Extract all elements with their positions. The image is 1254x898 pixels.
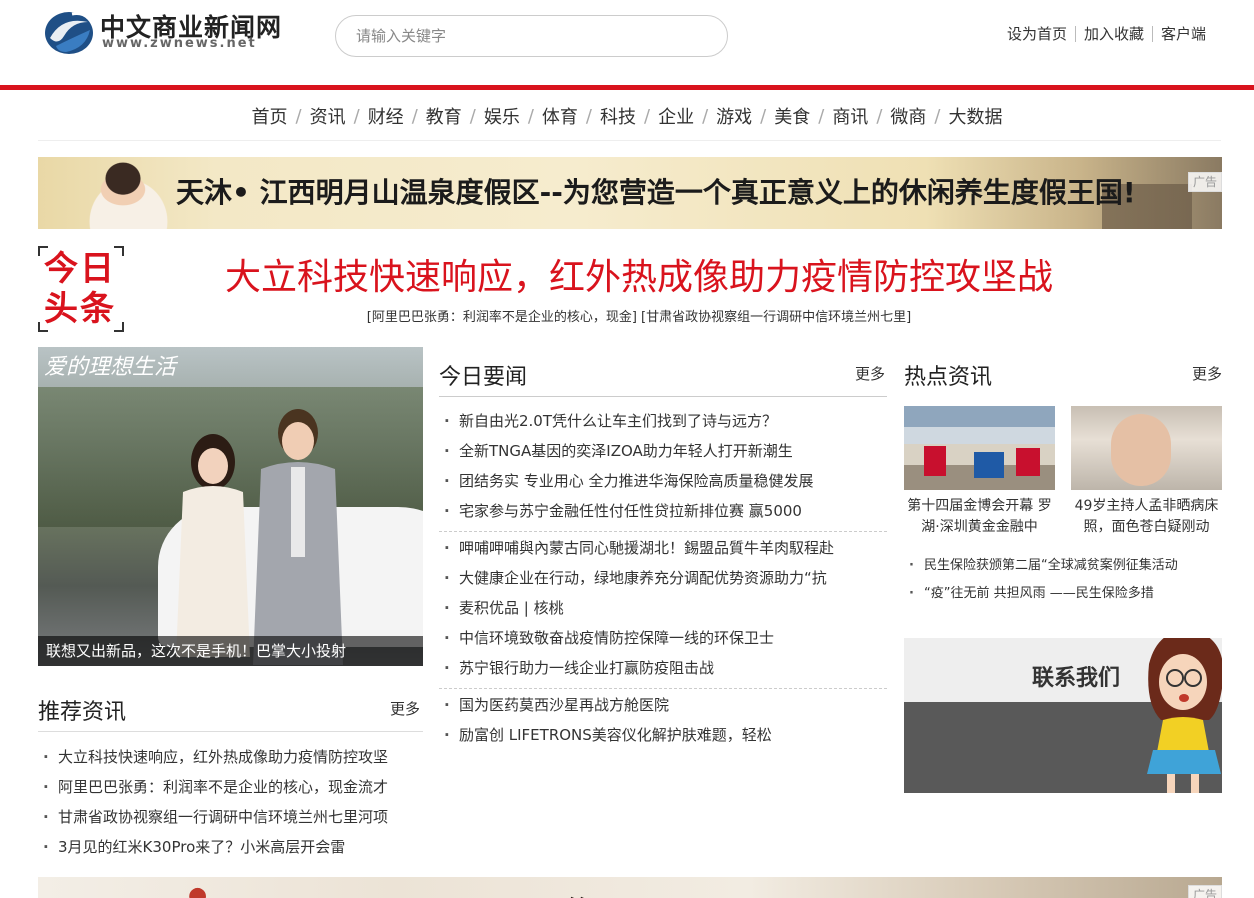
recommend-title: 推荐资讯 — [38, 700, 127, 725]
list-item[interactable]: 民生保险获颁第二届“全球减贫案例征集活动 — [904, 552, 1222, 580]
feature-photo-caption[interactable]: 联想又出新品，这次不是手机！巴掌大小投射 — [38, 636, 423, 666]
feature-photo[interactable]: 爱的理想生活 联想又出新品，这次不是手机！巴掌大小投射 — [38, 347, 423, 666]
nav-item-games[interactable]: 游戏 — [716, 103, 752, 129]
list-item[interactable]: 中信环境致敬奋战疫情防控保障一线的环保卫士 — [439, 623, 887, 653]
ad-tag: 广告 — [1188, 172, 1222, 192]
list-item[interactable]: 宅家参与苏宁金融任性付任性贷拉新排位赛 赢5000 — [439, 496, 887, 526]
today-headline-badge: 今日 头条 — [38, 246, 124, 332]
today-news-more-link[interactable]: 更多 — [855, 363, 885, 384]
top-links: 设为首页 加入收藏 客户端 — [999, 24, 1214, 44]
list-item[interactable]: 阿里巴巴张勇：利润率不是企业的核心，现金流才 — [38, 772, 423, 802]
list-item[interactable]: 3月见的红米K30Pro来了？小米高层开会雷 — [38, 832, 423, 862]
list-item[interactable]: 甘肃省政协视察组一行调研中信环境兰州七里河项 — [38, 802, 423, 832]
ad-tag: 广告 — [1188, 885, 1222, 898]
banner-woman-image — [68, 157, 178, 229]
hot-thumb-expo[interactable] — [904, 406, 1055, 490]
ad-banner-bottom[interactable]: ● 〜 〃 广告 — [38, 877, 1222, 898]
nav-item-trade-news[interactable]: 商讯 — [832, 103, 868, 129]
nav-item-education[interactable]: 教育 — [426, 103, 462, 129]
list-item[interactable]: 新自由光2.0T凭什么让车主们找到了诗与远方？ — [439, 406, 887, 436]
headline-sub-links[interactable]: [阿里巴巴张勇：利润率不是企业的核心，现金] [甘肃省政协视察组一行调研中信环境… — [124, 306, 1154, 325]
list-item[interactable]: 呷哺呷哺與內蒙古同心馳援湖北！錫盟品質牛羊肉馭程赴 — [439, 533, 887, 563]
list-item[interactable]: 团结务实 专业用心 全力推进华海保险高质量稳健发展 — [439, 466, 887, 496]
hot-thumb-caption[interactable]: 第十四届金博会开幕 罗湖·深圳黄金金融中 — [904, 496, 1055, 538]
list-item[interactable]: 大立科技快速响应，红外热成像助力疫情防控攻坚 — [38, 742, 423, 772]
hot-thumb-caption[interactable]: 49岁主持人孟非晒病床照，面色苍白疑刚动 — [1071, 496, 1222, 538]
list-divider — [439, 688, 887, 689]
today-news-title: 今日要闻 — [439, 365, 528, 390]
recommend-list: 大立科技快速响应，红外热成像助力疫情防控攻坚 阿里巴巴张勇：利润率不是企业的核心… — [38, 742, 423, 862]
nav-item-sports[interactable]: 体育 — [542, 103, 578, 129]
hot-thumb-host[interactable] — [1071, 406, 1222, 490]
hot-news-list: 民生保险获颁第二届“全球减贫案例征集活动 “疫”往无前 共担风雨 ——民生保险多… — [904, 552, 1222, 608]
hot-news-title: 热点资讯 — [904, 365, 993, 390]
list-item[interactable]: 国为医药莫西沙星再战方舱医院 — [439, 690, 887, 720]
list-item[interactable]: 苏宁银行助力一线企业打赢防疫阻击战 — [439, 653, 887, 683]
nav-item-home[interactable]: 首页 — [252, 103, 288, 129]
nav-item-tech[interactable]: 科技 — [600, 103, 636, 129]
nav-item-entertainment[interactable]: 娱乐 — [484, 103, 520, 129]
nav-item-finance[interactable]: 财经 — [368, 103, 404, 129]
nav-item-food[interactable]: 美食 — [774, 103, 810, 129]
list-item[interactable]: “疫”往无前 共担风雨 ——民生保险多措 — [904, 580, 1222, 608]
search-input[interactable] — [335, 15, 728, 57]
client-app-link[interactable]: 客户端 — [1153, 24, 1214, 44]
today-news-list-2: 呷哺呷哺與內蒙古同心馳援湖北！錫盟品質牛羊肉馭程赴 大健康企业在行动，绿地康养充… — [439, 533, 887, 683]
nav-divider — [38, 140, 1221, 141]
site-logo[interactable]: 中文商业新闻网 www.zwnews.net — [42, 6, 281, 58]
list-item[interactable]: 麦积优品 | 核桃 — [439, 593, 887, 623]
main-nav: 首页 / 资讯 / 财经 / 教育 / 娱乐 / 体育 / 科技 / 企业 / 游戏 / 美食 / … — [0, 100, 1254, 132]
list-divider — [439, 531, 887, 532]
list-item[interactable]: 大健康企业在行动，绿地康养充分调配优势资源助力“抗 — [439, 563, 887, 593]
today-news-list-1: 新自由光2.0T凭什么让车主们找到了诗与远方？ 全新TNGA基因的奕泽IZOA助… — [439, 406, 887, 526]
today-news-list-3: 国为医药莫西沙星再战方舱医院 励富创 LIFETRONS美容仪化解护肤难题，轻松 — [439, 690, 887, 750]
nav-item-micro-business[interactable]: 微商 — [890, 103, 926, 129]
nav-item-news[interactable]: 资讯 — [310, 103, 346, 129]
recommend-more-link[interactable]: 更多 — [390, 698, 420, 719]
add-favorite-link[interactable]: 加入收藏 — [1076, 24, 1152, 44]
badge-text-today: 今日 — [44, 249, 116, 289]
list-item[interactable]: 励富创 LIFETRONS美容仪化解护肤难题，轻松 — [439, 720, 887, 750]
drama-title-script: 爱的理想生活 — [44, 355, 177, 380]
ad-banner-top[interactable]: 天沐• 江西明月山温泉度假区--为您营造一个真正意义上的休闲养生度假王国! 广告 — [38, 157, 1222, 229]
logo-url: www.zwnews.net — [102, 36, 257, 51]
set-homepage-link[interactable]: 设为首页 — [999, 24, 1075, 44]
headline-title[interactable]: 大立科技快速响应，红外热成像助力疫情防控攻坚战 — [124, 248, 1154, 300]
contact-us-label: 联系我们 — [1032, 666, 1121, 691]
list-item[interactable]: 全新TNGA基因的奕泽IZOA助力年轻人打开新潮生 — [439, 436, 887, 466]
contact-us-box[interactable]: 联系我们 — [904, 638, 1222, 793]
header-red-bar — [0, 85, 1254, 90]
nav-item-business[interactable]: 企业 — [658, 103, 694, 129]
cartoon-girl-icon — [1147, 638, 1222, 793]
logo-globe-icon — [45, 12, 93, 54]
badge-text-headline: 头条 — [44, 289, 116, 329]
man-figure — [253, 409, 343, 665]
banner-text: 天沐• 江西明月山温泉度假区--为您营造一个真正意义上的休闲养生度假王国! — [176, 176, 1136, 209]
hot-news-more-link[interactable]: 更多 — [1192, 363, 1222, 384]
nav-item-big-data[interactable]: 大数据 — [948, 103, 1002, 129]
site-header: 中文商业新闻网 www.zwnews.net 设为首页 加入收藏 客户端 — [0, 0, 1254, 90]
